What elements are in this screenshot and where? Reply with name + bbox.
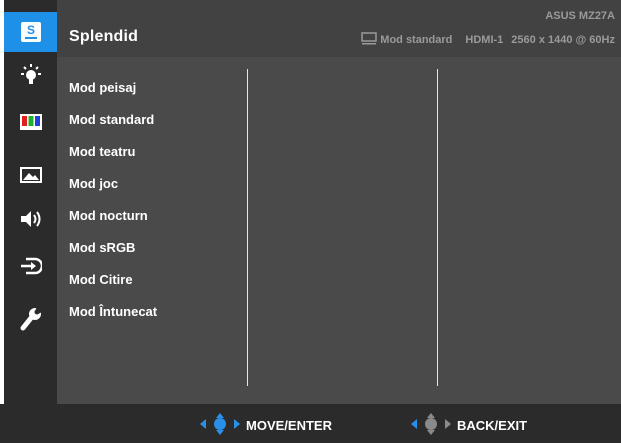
- current-mode: Mod standard: [380, 34, 453, 46]
- color-icon: [19, 114, 42, 130]
- move-enter-hint: MOVE/ENTER: [200, 413, 332, 438]
- image-icon: [19, 167, 42, 183]
- resolution: 2560 x 1440 @ 60Hz: [511, 34, 615, 46]
- sidebar: S: [4, 0, 57, 404]
- menu-item-mod-citire[interactable]: Mod Citire: [69, 272, 133, 287]
- move-enter-label: MOVE/ENTER: [246, 418, 332, 433]
- sidebar-item-splendid[interactable]: S: [4, 12, 57, 52]
- back-exit-label: BACK/EXIT: [457, 418, 528, 433]
- monitor-icon: [361, 32, 378, 48]
- sidebar-item-brightness[interactable]: [4, 55, 57, 95]
- sidebar-item-input-select[interactable]: [4, 246, 57, 286]
- svg-text:S: S: [26, 23, 34, 37]
- menu-panel: Mod peisaj Mod standard Mod teatru Mod j…: [57, 57, 621, 404]
- menu-item-mod-intunecat[interactable]: Mod Întunecat: [69, 304, 157, 319]
- column-divider: [247, 69, 248, 386]
- system-setup-icon: [20, 307, 42, 331]
- column-divider: [437, 69, 438, 386]
- input-source: HDMI-1: [465, 34, 504, 46]
- osd-menu: S Splendid ASUS MZ27A Mod standard HDMI-…: [0, 0, 621, 443]
- menu-item-mod-teatru[interactable]: Mod teatru: [69, 144, 135, 159]
- page-title: Splendid: [69, 28, 139, 45]
- back-exit-hint: BACK/EXIT: [411, 413, 527, 438]
- status-bar: Mod standard HDMI-1 2560 x 1440 @ 60Hz: [361, 32, 615, 48]
- monitor-model: ASUS MZ27A: [545, 10, 615, 22]
- input-select-icon: [20, 256, 42, 276]
- sidebar-item-image[interactable]: [4, 155, 57, 195]
- header: Splendid ASUS MZ27A Mod standard HDMI-1 …: [57, 0, 621, 57]
- menu-item-mod-peisaj[interactable]: Mod peisaj: [69, 80, 136, 95]
- joystick-back-icon: [411, 413, 457, 438]
- footer: MOVE/ENTER BACK/EXIT: [0, 404, 621, 443]
- menu-item-mod-nocturn[interactable]: Mod nocturn: [69, 208, 148, 223]
- menu-item-mod-srgb[interactable]: Mod sRGB: [69, 240, 135, 255]
- sound-icon: [19, 210, 43, 228]
- sidebar-item-color[interactable]: [4, 102, 57, 142]
- sidebar-item-sound[interactable]: [4, 199, 57, 239]
- joystick-move-icon: [200, 413, 246, 438]
- menu-item-mod-standard[interactable]: Mod standard: [69, 112, 154, 127]
- menu-item-mod-joc[interactable]: Mod joc: [69, 176, 118, 191]
- splendid-icon: S: [20, 21, 42, 43]
- sidebar-item-system-setup[interactable]: [4, 299, 57, 339]
- brightness-icon: [19, 63, 43, 87]
